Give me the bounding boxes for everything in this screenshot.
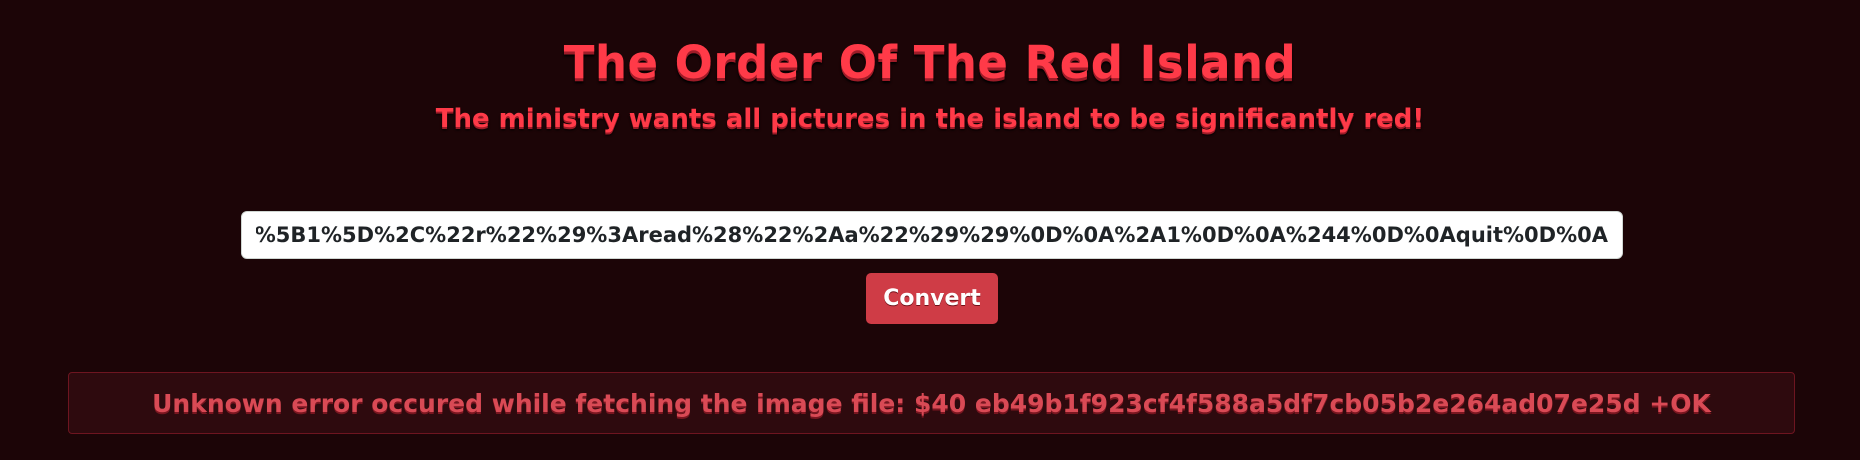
page-title: The Order Of The Red Island [563,36,1297,89]
image-url-input[interactable] [241,211,1623,259]
convert-button[interactable]: Convert [866,273,998,324]
error-message: Unknown error occured while fetching the… [152,389,1711,418]
error-alert: Unknown error occured while fetching the… [68,372,1795,434]
page-subtitle: The ministry wants all pictures in the i… [435,104,1425,134]
